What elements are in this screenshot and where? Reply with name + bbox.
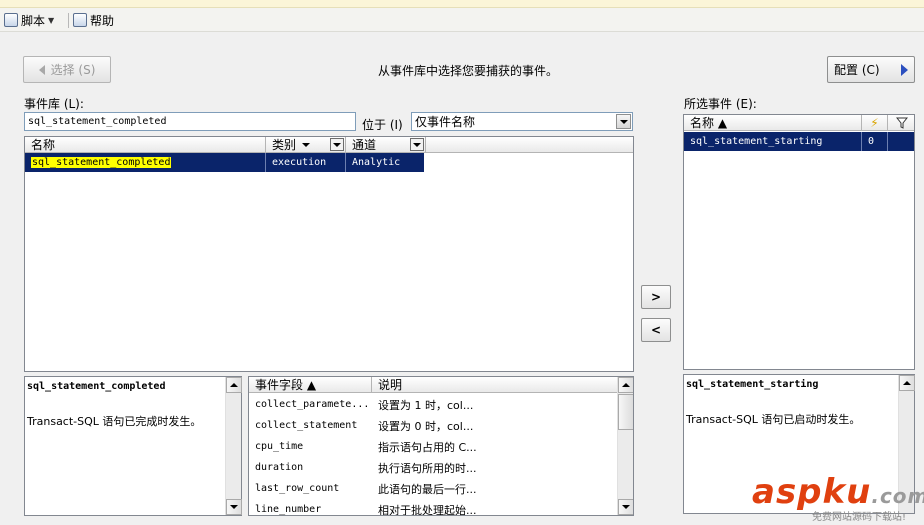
dropdown-arrow-icon: ▼ [48, 15, 55, 25]
scroll-up-icon[interactable] [226, 377, 242, 393]
search-in-value: 仅事件名称 [415, 115, 476, 129]
search-in-label: 位于 (I) [362, 118, 403, 132]
selected-events-grid[interactable]: 名称 ▲ ⚡ sql_statement_starting 0 [683, 114, 915, 370]
filter-dropdown-icon[interactable] [330, 138, 344, 151]
chevron-down-icon [616, 114, 631, 129]
selected-row-count[interactable]: 0 [862, 132, 888, 151]
watermark-logo: aspku.com [752, 472, 924, 512]
filter-dropdown-icon[interactable] [410, 138, 424, 151]
back-arrow-icon [38, 64, 45, 75]
watermark-subtitle: 免费网站源码下载站! [812, 512, 907, 523]
description-scrollbar[interactable] [225, 377, 242, 515]
column-header-description[interactable]: 说明 [372, 377, 619, 393]
field-description-cell[interactable]: 执行语句所用的时... [372, 457, 617, 478]
field-name-cell[interactable]: collect_paramete... [249, 394, 372, 415]
sort-arrow-icon [302, 142, 311, 147]
scroll-down-icon[interactable] [618, 499, 633, 515]
add-event-button[interactable]: > [641, 285, 671, 309]
library-row-name[interactable]: sql_statement_completed [25, 153, 266, 172]
event-description-panel: sql_statement_completed Transact-SQL 语句已… [24, 376, 242, 516]
search-in-select[interactable]: 仅事件名称 [411, 112, 633, 131]
remove-event-button[interactable]: < [641, 318, 671, 342]
column-header-name[interactable]: 名称 [25, 137, 266, 153]
script-icon [4, 13, 18, 27]
lightning-icon[interactable]: ⚡ [862, 115, 888, 131]
library-row-category[interactable]: execution [266, 153, 346, 172]
scroll-down-icon[interactable] [226, 499, 242, 515]
selected-description-text: Transact-SQL 语句已启动时发生。 [686, 413, 861, 426]
event-fields-grid[interactable]: 事件字段 ▲ 说明 collect_paramete... 设置为 1 时，col… [248, 376, 634, 516]
field-name-cell[interactable]: last_row_count [249, 478, 372, 499]
event-library-grid[interactable]: 名称 类别 通道 sql_statement_completed executi… [24, 136, 634, 372]
field-name-cell[interactable]: line_number [249, 499, 372, 515]
library-label: 事件库 (L): [24, 97, 84, 111]
configure-button[interactable]: 配置 (C) [827, 56, 915, 83]
field-name-cell[interactable]: duration [249, 457, 372, 478]
selected-description-title: sql_statement_starting [686, 379, 819, 390]
description-title: sql_statement_completed [27, 381, 166, 392]
column-header-field[interactable]: 事件字段 ▲ [249, 377, 372, 393]
filter-icon[interactable] [888, 115, 914, 131]
info-strip [0, 0, 924, 8]
scroll-thumb[interactable] [618, 394, 633, 430]
field-name-cell[interactable]: cpu_time [249, 436, 372, 457]
description-text: Transact-SQL 语句已完成时发生。 [27, 415, 202, 428]
column-header-selected-name[interactable]: 名称 ▲ [684, 115, 862, 131]
selected-row-name[interactable]: sql_statement_starting [684, 132, 862, 151]
field-name-cell[interactable]: collect_statement [249, 415, 372, 436]
scroll-up-icon[interactable] [618, 377, 633, 393]
help-button[interactable]: 帮助 [73, 11, 114, 29]
field-description-cell[interactable]: 设置为 0 时，col... [372, 415, 617, 436]
back-label: 选择 (S) [50, 63, 96, 77]
help-label: 帮助 [90, 13, 115, 28]
library-row-channel[interactable]: Analytic [346, 153, 424, 172]
chevron-left-icon: < [650, 323, 662, 337]
column-header-category[interactable]: 类别 [266, 137, 346, 153]
field-description-cell[interactable]: 设置为 1 时，col... [372, 394, 617, 415]
scroll-up-icon[interactable] [899, 375, 915, 391]
field-description-cell[interactable]: 此语句的最后一行... [372, 478, 617, 499]
selected-row-filter[interactable] [888, 132, 914, 151]
chevron-right-icon: > [650, 290, 662, 304]
library-search-input[interactable]: sql_statement_completed [24, 112, 356, 131]
script-label: 脚本 [21, 13, 46, 28]
back-button[interactable]: 选择 (S) [23, 56, 111, 83]
toolbar-separator [68, 13, 69, 28]
column-header-filler [426, 137, 633, 153]
library-search-value: sql_statement_completed [28, 116, 167, 127]
column-header-channel[interactable]: 通道 [346, 137, 426, 153]
script-menu[interactable]: 脚本 ▼ [4, 11, 54, 29]
instruction-text: 从事件库中选择您要捕获的事件。 [378, 64, 559, 78]
configure-label: 配置 (C) [834, 63, 880, 77]
toolbar: 脚本 ▼ 帮助 [0, 8, 924, 32]
field-description-cell[interactable]: 相对于批处理起始... [372, 499, 617, 516]
fields-scrollbar[interactable] [617, 377, 633, 515]
next-arrow-icon [901, 63, 908, 76]
help-icon [73, 13, 87, 27]
selected-events-label: 所选事件 (E): [684, 97, 757, 111]
field-description-cell[interactable]: 指示语句占用的 C... [372, 436, 617, 457]
